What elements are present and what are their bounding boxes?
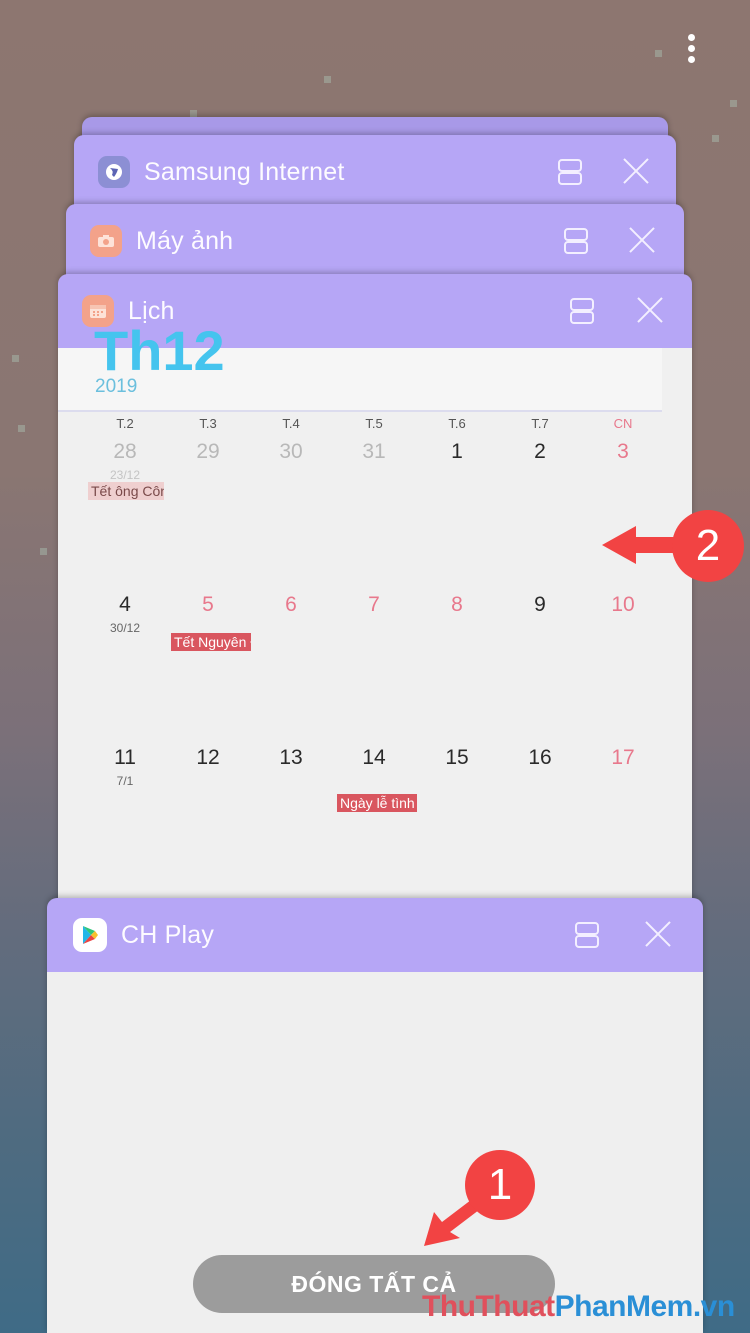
lunar-date: 23/12 <box>109 468 141 482</box>
calendar-preview: Th12 2019 T.2 T.3 T.4 T.5 T.6 T.7 CN 28 29 30 31 1 2… <box>58 319 692 914</box>
calendar-day[interactable]: 5 <box>167 593 249 617</box>
weekday-label: T.3 <box>199 416 217 431</box>
lunar-date: 30/12 <box>109 621 141 635</box>
close-app-button[interactable] <box>636 296 664 324</box>
wallpaper-speck <box>730 100 737 107</box>
weekday-label: CN <box>613 416 633 431</box>
split-screen-button[interactable] <box>570 297 594 325</box>
calendar-day[interactable]: 31 <box>333 440 415 464</box>
weekday-label: T.6 <box>448 416 466 431</box>
calendar-day[interactable]: 17 <box>582 746 664 770</box>
calendar-header: Th12 2019 <box>58 319 662 412</box>
weekday-label: T.7 <box>531 416 549 431</box>
calendar-event[interactable]: Ngày lễ tình <box>337 794 417 812</box>
wallpaper-speck <box>324 76 331 83</box>
close-app-button[interactable] <box>622 157 650 185</box>
calendar-day[interactable]: 28 <box>84 440 166 464</box>
recent-app-card-calendar[interactable]: Lịch Th12 2019 T.2 T.3 T.4 T.5 T.6 T.7 CN 28 29 3… <box>58 274 692 914</box>
wallpaper-speck <box>655 50 662 57</box>
annotation-badge-1: 1 <box>465 1150 535 1220</box>
calendar-day[interactable]: 9 <box>499 593 581 617</box>
wallpaper-speck <box>190 110 197 117</box>
app-title: Samsung Internet <box>144 157 345 186</box>
watermark: ThuThuatPhanMem.vn <box>422 1290 735 1324</box>
split-screen-button[interactable] <box>575 921 599 949</box>
weekday-label: T.2 <box>116 416 134 431</box>
calendar-day[interactable]: 29 <box>167 440 249 464</box>
calendar-day[interactable]: 13 <box>250 746 332 770</box>
globe-icon <box>98 156 130 188</box>
weekday-label: T.4 <box>282 416 300 431</box>
calendar-event[interactable]: Tết ông Côn <box>88 482 164 500</box>
wallpaper-speck <box>40 548 47 555</box>
calendar-day[interactable]: 12 <box>167 746 249 770</box>
calendar-day[interactable]: 10 <box>582 593 664 617</box>
more-options-button[interactable] <box>684 34 698 66</box>
calendar-day[interactable]: 30 <box>250 440 332 464</box>
wallpaper-speck <box>712 135 719 142</box>
calendar-day[interactable]: 11 <box>84 746 166 770</box>
close-app-button[interactable] <box>628 226 656 254</box>
wallpaper-speck <box>12 355 19 362</box>
weekday-label: T.5 <box>365 416 383 431</box>
app-title: Máy ảnh <box>136 226 234 255</box>
watermark-part: ThuThuat <box>422 1290 555 1323</box>
calendar-day[interactable]: 4 <box>84 593 166 617</box>
close-app-button[interactable] <box>644 920 672 948</box>
calendar-day[interactable]: 7 <box>333 593 415 617</box>
wallpaper-speck <box>18 425 25 432</box>
split-screen-button[interactable] <box>564 227 588 255</box>
calendar-day[interactable]: 15 <box>416 746 498 770</box>
vertical-ellipsis-icon <box>684 34 698 63</box>
calendar-day[interactable]: 8 <box>416 593 498 617</box>
calendar-day[interactable]: 3 <box>582 440 664 464</box>
watermark-part: .vn <box>692 1290 735 1323</box>
calendar-day[interactable]: 16 <box>499 746 581 770</box>
calendar-day[interactable]: 1 <box>416 440 498 464</box>
calendar-year: 2019 <box>95 376 138 397</box>
calendar-day[interactable]: 6 <box>250 593 332 617</box>
play-store-icon <box>73 918 107 952</box>
lunar-date: 7/1 <box>116 774 134 788</box>
split-screen-button[interactable] <box>558 158 582 186</box>
annotation-badge-2: 2 <box>672 510 744 582</box>
app-title: CH Play <box>121 920 215 949</box>
camera-icon <box>90 225 122 257</box>
calendar-month: Th12 <box>94 319 225 382</box>
calendar-day[interactable]: 2 <box>499 440 581 464</box>
watermark-part: PhanMem <box>554 1290 694 1323</box>
calendar-event[interactable]: Tết Nguyên Đ <box>171 633 251 651</box>
calendar-day[interactable]: 14 <box>333 746 415 770</box>
